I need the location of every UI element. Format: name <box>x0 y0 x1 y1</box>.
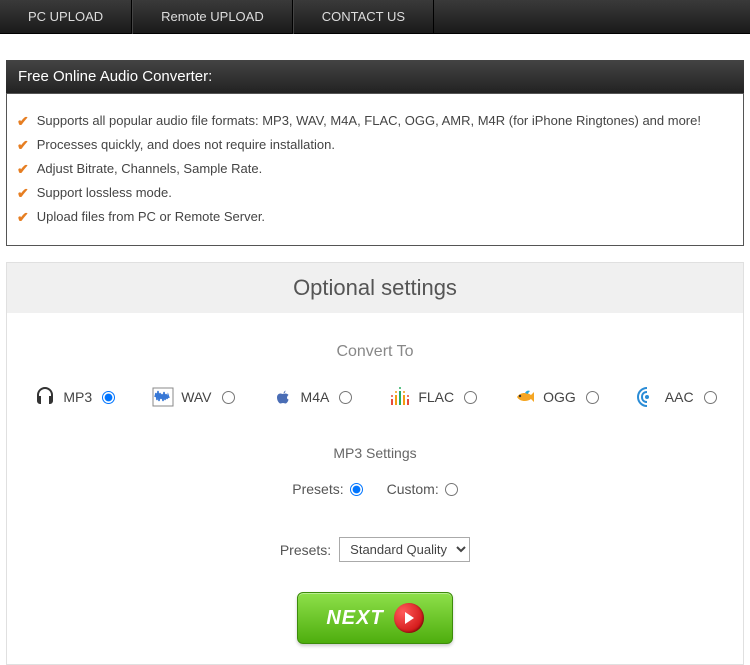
feature-item: ✔Adjust Bitrate, Channels, Sample Rate. <box>17 161 733 178</box>
format-mp3-radio[interactable] <box>102 391 115 404</box>
format-flac[interactable]: FLAC <box>388 385 477 409</box>
headphones-icon <box>33 385 57 409</box>
format-aac[interactable]: AAC <box>635 385 717 409</box>
waveform-icon <box>151 385 175 409</box>
format-flac-radio[interactable] <box>464 391 477 404</box>
preset-label: Presets: <box>280 542 331 558</box>
check-icon: ✔ <box>17 161 29 178</box>
mode-presets-radio[interactable] <box>350 483 363 496</box>
fish-icon <box>513 385 537 409</box>
check-icon: ✔ <box>17 137 29 154</box>
format-options: MP3 WAV M4A FLAC OGG <box>7 385 743 409</box>
nav-pc-upload[interactable]: PC UPLOAD <box>0 0 132 34</box>
mode-custom-radio[interactable] <box>445 483 458 496</box>
format-m4a[interactable]: M4A <box>271 385 353 409</box>
format-mp3[interactable]: MP3 <box>33 385 115 409</box>
apple-icon <box>271 385 295 409</box>
page-title: Free Online Audio Converter: <box>6 60 744 93</box>
format-wav-radio[interactable] <box>222 391 235 404</box>
next-button[interactable]: NEXT <box>297 592 452 644</box>
check-icon: ✔ <box>17 209 29 226</box>
feature-item: ✔Processes quickly, and does not require… <box>17 137 733 154</box>
next-label: NEXT <box>326 607 383 630</box>
top-nav: PC UPLOAD Remote UPLOAD CONTACT US <box>0 0 750 34</box>
format-ogg-radio[interactable] <box>586 391 599 404</box>
feature-item: ✔Upload files from PC or Remote Server. <box>17 209 733 226</box>
format-ogg[interactable]: OGG <box>513 385 599 409</box>
preset-select[interactable]: Standard Quality <box>339 537 470 562</box>
check-icon: ✔ <box>17 113 29 130</box>
nav-remote-upload[interactable]: Remote UPLOAD <box>132 0 293 34</box>
nav-contact-us[interactable]: CONTACT US <box>293 0 434 34</box>
features-list: ✔Supports all popular audio file formats… <box>6 93 744 246</box>
format-aac-radio[interactable] <box>704 391 717 404</box>
wave-icon <box>635 385 659 409</box>
format-wav[interactable]: WAV <box>151 385 234 409</box>
format-settings-label: MP3 Settings <box>7 445 743 461</box>
preset-row: Presets: Standard Quality <box>7 537 743 562</box>
mode-presets[interactable]: Presets: <box>292 481 362 497</box>
check-icon: ✔ <box>17 185 29 202</box>
mode-row: Presets: Custom: <box>7 481 743 497</box>
equalizer-icon <box>388 385 412 409</box>
settings-panel: Optional settings Convert To MP3 WAV M4A… <box>6 262 744 665</box>
convert-to-label: Convert To <box>7 343 743 361</box>
settings-heading: Optional settings <box>7 263 743 313</box>
feature-item: ✔Support lossless mode. <box>17 185 733 202</box>
format-m4a-radio[interactable] <box>339 391 352 404</box>
arrow-right-icon <box>394 603 424 633</box>
mode-custom[interactable]: Custom: <box>387 481 458 497</box>
feature-item: ✔Supports all popular audio file formats… <box>17 113 733 130</box>
